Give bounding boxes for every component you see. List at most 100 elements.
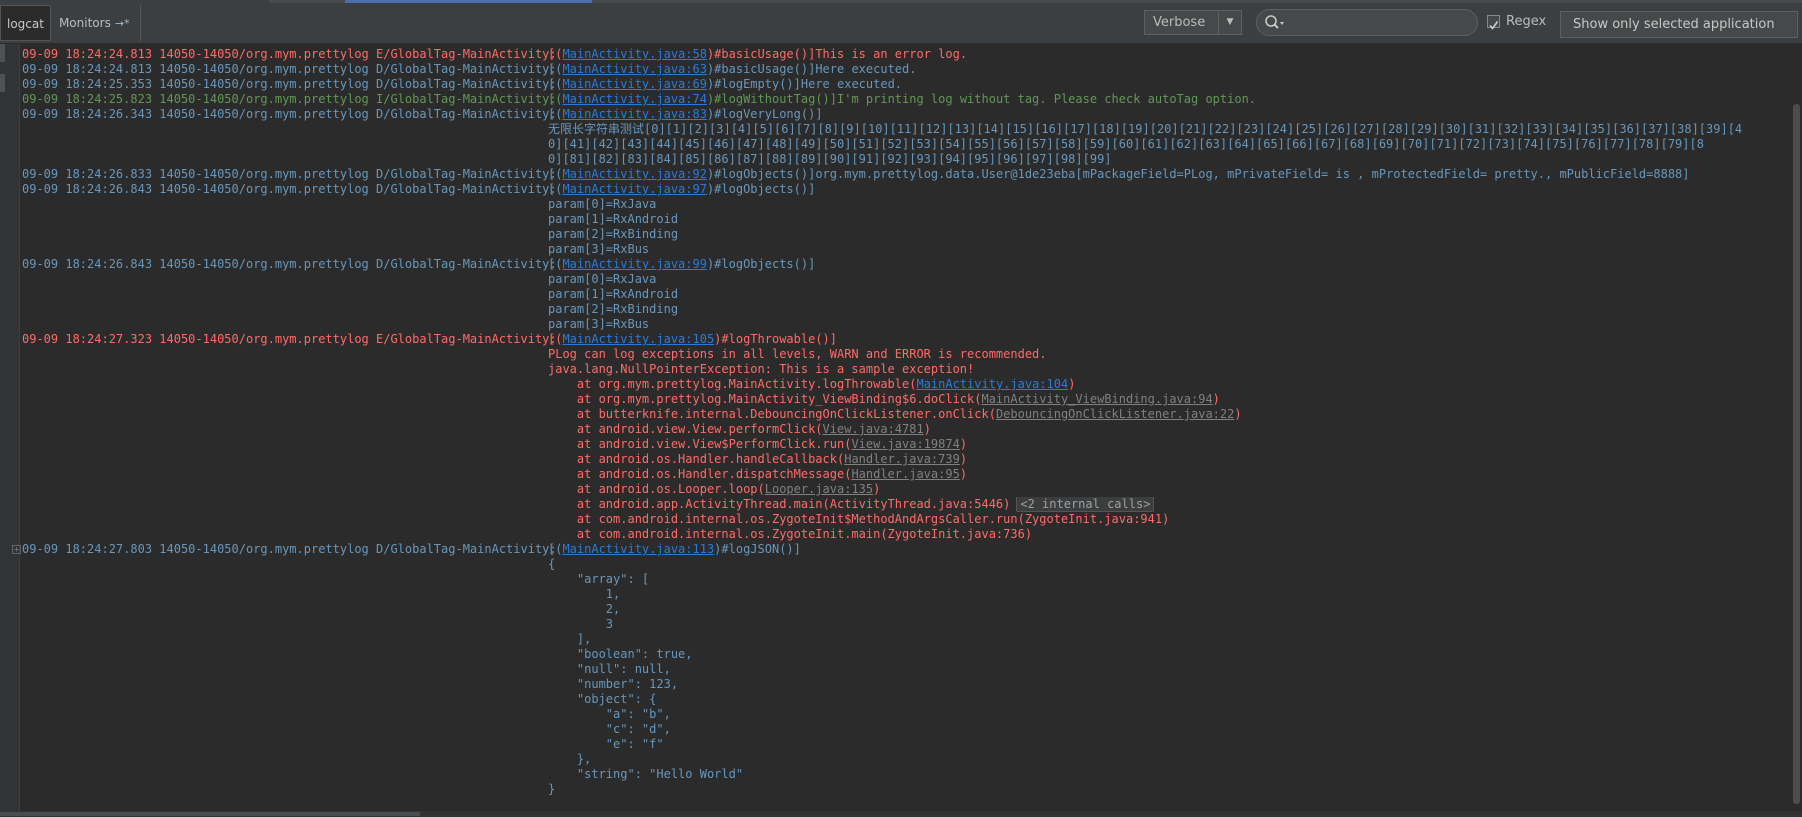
source-link[interactable]: MainActivity.java:74 (562, 92, 707, 106)
vertical-scrollbar[interactable] (1791, 44, 1802, 811)
expand-fold-icon[interactable]: + (12, 545, 21, 554)
log-line: at org.mym.prettylog.MainActivity_ViewBi… (22, 392, 1782, 407)
log-message-text: "string": "Hello World" (548, 767, 744, 781)
log-message-text: )#logObjects()]org.mym.prettylog.data.Us… (706, 167, 1690, 181)
log-line: at com.android.internal.os.ZygoteInit.ma… (22, 527, 1782, 542)
log-message-text: )#basicUsage()]Here executed. (706, 62, 917, 76)
source-link[interactable]: MainActivity.java:58 (562, 47, 707, 61)
log-message-text: "a": "b", (548, 707, 671, 721)
regex-checkbox[interactable] (1487, 15, 1500, 30)
source-link[interactable]: MainActivity.java:92 (562, 167, 707, 181)
log-line: 1, (22, 587, 1782, 602)
log-line: 3 (22, 617, 1782, 632)
search-icon[interactable] (1264, 14, 1286, 32)
vertical-scrollbar-thumb[interactable] (1793, 104, 1800, 804)
stacktrace-link[interactable]: MainActivity_ViewBinding.java:94 (981, 392, 1212, 406)
stacktrace-link[interactable]: View.java:19874 (851, 437, 959, 451)
tab-logcat[interactable]: logcat (0, 5, 51, 41)
stacktrace-link[interactable]: DebouncingOnClickListener.java:22 (996, 407, 1234, 421)
log-line: 09-09 18:24:26.343 14050-14050/org.mym.p… (22, 107, 1782, 122)
log-line: at org.mym.prettylog.MainActivity.logThr… (22, 377, 1782, 392)
log-line: PLog can log exceptions in all levels, W… (22, 347, 1782, 362)
log-message-text: at com.android.internal.os.ZygoteInit.ma… (548, 527, 1033, 541)
log-line: 0][81][82][83][84][85][86][87][88][89][9… (22, 152, 1782, 167)
log-message-text: java.lang.NullPointerException: This is … (548, 362, 975, 376)
log-message-text: [( (548, 77, 563, 91)
search-box[interactable] (1256, 9, 1478, 36)
log-message-text: 2, (548, 602, 621, 616)
log-level-dropdown[interactable]: Verbose ▼ (1144, 10, 1242, 35)
log-line: 2, (22, 602, 1782, 617)
log-message-text: param[3]=RxBus (548, 317, 650, 331)
log-message-text: at android.app.ActivityThread.main(Activ… (548, 497, 1011, 511)
log-line: 09-09 18:24:24.813 14050-14050/org.mym.p… (22, 62, 1782, 77)
log-line: at android.view.View$PerformClick.run(Vi… (22, 437, 1782, 452)
log-line: param[1]=RxAndroid (22, 212, 1782, 227)
log-message-text: )#logObjects()] (706, 182, 816, 196)
log-message-text: param[3]=RxBus (548, 242, 650, 256)
source-link[interactable]: MainActivity.java:97 (562, 182, 707, 196)
log-line: 09-09 18:24:27.803 14050-14050/org.mym.p… (22, 542, 1782, 557)
stacktrace-link[interactable]: Handler.java:95 (851, 467, 959, 481)
log-line-meta: 09-09 18:24:26.833 14050-14050/org.mym.p… (22, 167, 557, 181)
log-message-text: [( (548, 92, 563, 106)
log-line: java.lang.NullPointerException: This is … (22, 362, 1782, 377)
log-line: "e": "f" (22, 737, 1782, 752)
chevron-down-icon[interactable]: ▼ (1218, 11, 1241, 34)
editor-tab-selected[interactable] (345, 0, 592, 3)
log-line: 09-09 18:24:26.843 14050-14050/org.mym.p… (22, 257, 1782, 272)
source-link[interactable]: MainActivity.java:113 (562, 542, 714, 556)
log-level-value: Verbose (1153, 15, 1206, 30)
log-message-text: [( (548, 47, 563, 61)
log-message-text: 0][81][82][83][84][85][86][87][88][89][9… (548, 152, 1112, 166)
stacktrace-link[interactable]: Looper.java:135 (765, 482, 873, 496)
horizontal-scrollbar[interactable] (0, 811, 1802, 817)
tab-monitors[interactable]: Monitors →* (51, 5, 141, 41)
source-link[interactable]: MainActivity.java:99 (562, 257, 707, 271)
source-link[interactable]: MainActivity.java:104 (916, 377, 1068, 391)
app-filter-dropdown[interactable]: Show only selected application (1560, 11, 1798, 38)
log-line: "null": null, (22, 662, 1782, 677)
source-link[interactable]: MainActivity.java:69 (562, 77, 707, 91)
log-message-text: 0][41][42][43][44][45][46][47][48][49][5… (548, 137, 1704, 151)
log-message-text: "number": 123, (548, 677, 679, 691)
tab-monitors-suffix: →* (114, 17, 130, 30)
source-link[interactable]: MainActivity.java:83 (562, 107, 707, 121)
log-message-text: at android.os.Handler.handleCallback( (548, 452, 845, 466)
horizontal-scrollbar-thumb[interactable] (0, 812, 420, 816)
log-line: 09-09 18:24:24.813 14050-14050/org.mym.p… (22, 47, 1782, 62)
log-message-text: ) (1234, 407, 1242, 421)
log-message-text: param[2]=RxBinding (548, 227, 679, 241)
log-message-text: [( (548, 182, 563, 196)
log-message-text: ) (959, 467, 968, 481)
log-line-meta: 09-09 18:24:27.803 14050-14050/org.mym.p… (22, 542, 557, 556)
log-line: param[3]=RxBus (22, 242, 1782, 257)
log-line: 09-09 18:24:27.323 14050-14050/org.mym.p… (22, 332, 1782, 347)
log-message-text: } (548, 782, 556, 796)
source-link[interactable]: MainActivity.java:63 (562, 62, 707, 76)
log-line: 09-09 18:24:25.823 14050-14050/org.mym.p… (22, 92, 1782, 107)
editor-tab-left[interactable] (0, 0, 271, 3)
log-message-text: [( (548, 62, 563, 76)
log-line: ], (22, 632, 1782, 647)
gutter-marker (0, 44, 5, 62)
log-line: param[3]=RxBus (22, 317, 1782, 332)
log-line: 09-09 18:24:26.843 14050-14050/org.mym.p… (22, 182, 1782, 197)
stacktrace-link[interactable]: View.java:4781 (823, 422, 924, 436)
folded-calls[interactable]: <2 internal calls> (1016, 497, 1155, 512)
log-line: 0][41][42][43][44][45][46][47][48][49][5… (22, 137, 1782, 152)
log-message-text: )#basicUsage()]This is an error log. (706, 47, 968, 61)
log-line: 无限长字符串测试[0][1][2][3][4][5][6][7][8][9][1… (22, 122, 1782, 137)
log-line-meta: 09-09 18:24:26.843 14050-14050/org.mym.p… (22, 257, 557, 271)
log-message-text: [( (548, 167, 563, 181)
tab-logcat-label: logcat (7, 17, 44, 31)
tab-monitors-label: Monitors (58, 16, 111, 30)
stacktrace-link[interactable]: Handler.java:739 (844, 452, 960, 466)
log-line: } (22, 782, 1782, 797)
log-line-meta: 09-09 18:24:25.823 14050-14050/org.mym.p… (22, 92, 557, 106)
log-line-meta: 09-09 18:24:24.813 14050-14050/org.mym.p… (22, 62, 557, 76)
search-input[interactable] (1291, 13, 1473, 34)
source-link[interactable]: MainActivity.java:105 (562, 332, 714, 346)
log-message-text: ) (959, 452, 968, 466)
log-message-text: at android.view.View$PerformClick.run( (548, 437, 852, 451)
